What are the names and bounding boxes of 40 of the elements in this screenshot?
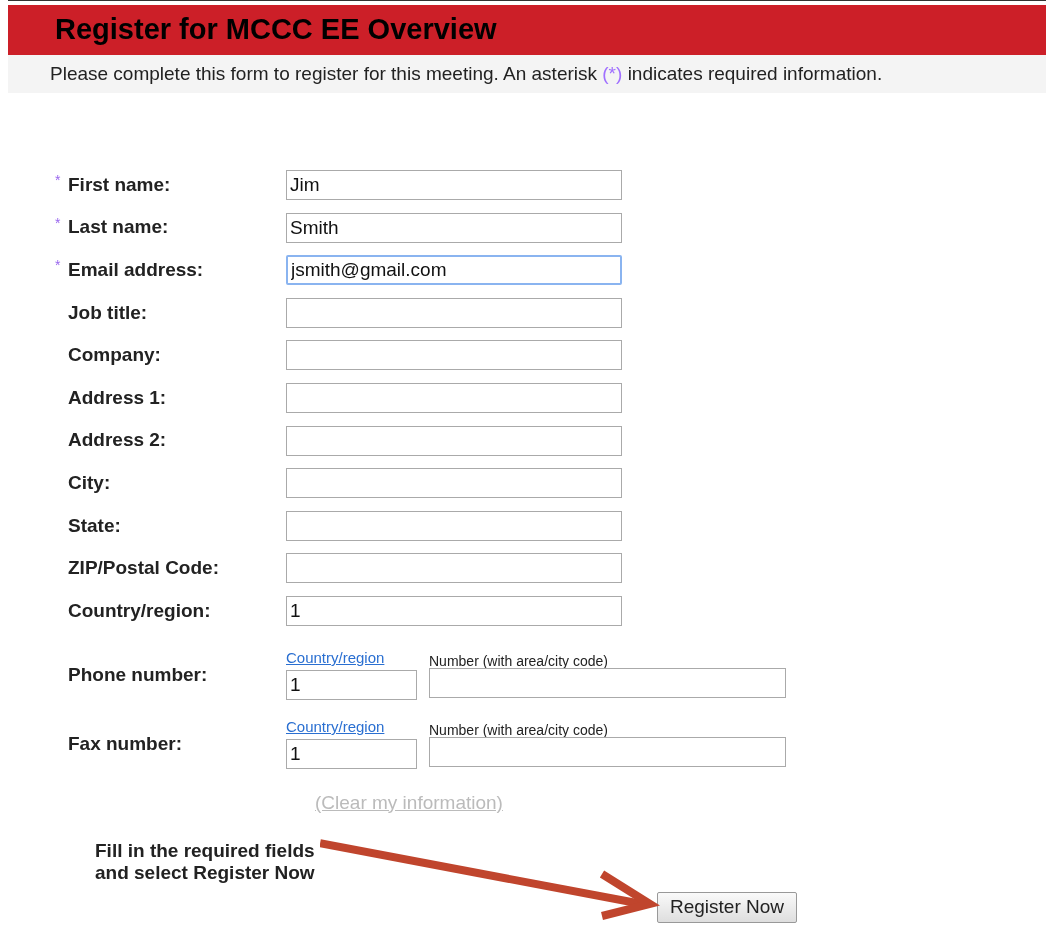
country-region-link[interactable]: Country/region xyxy=(286,718,385,736)
field-label: State: xyxy=(68,513,121,538)
input-field[interactable]: 1 xyxy=(286,670,417,701)
input-field[interactable] xyxy=(286,510,622,541)
field-label: Fax number: xyxy=(68,731,183,756)
register-now-button[interactable]: Register Now xyxy=(657,892,797,923)
field-caption: Number (with area/city code) xyxy=(429,652,608,669)
instruction-text: Fill in the required fields and select Register Now xyxy=(95,840,315,885)
input-field[interactable]: 1 xyxy=(286,595,622,626)
required-mark: * xyxy=(55,256,62,276)
input-field[interactable]: Smith xyxy=(286,212,622,243)
field-label: Email address: xyxy=(68,257,204,282)
required-mark: * xyxy=(55,213,62,233)
input-field[interactable] xyxy=(286,425,622,456)
input-field[interactable] xyxy=(429,667,786,698)
input-field[interactable] xyxy=(429,736,786,767)
field-label: ZIP/Postal Code: xyxy=(68,556,219,581)
country-region-link[interactable]: Country/region xyxy=(286,649,385,667)
arrow-icon xyxy=(320,840,660,920)
page-title: Register for MCCC EE Overview xyxy=(55,12,497,48)
input-field[interactable] xyxy=(286,553,622,584)
input-field[interactable] xyxy=(286,382,622,413)
field-label: Company: xyxy=(68,343,161,368)
input-field[interactable]: Jim xyxy=(286,170,622,200)
field-caption: Number (with area/city code) xyxy=(429,721,608,738)
input-field[interactable] xyxy=(286,297,622,328)
field-label: Country/region: xyxy=(68,598,211,623)
field-label: Phone number: xyxy=(68,662,208,687)
input-field[interactable]: 1 xyxy=(286,739,417,770)
input-field[interactable] xyxy=(286,340,622,371)
field-label: Address 2: xyxy=(68,428,167,453)
required-mark: * xyxy=(55,171,62,190)
intro-text: Please complete this form to register for this meeting. An asterisk (*) indicates required information. xyxy=(50,61,883,86)
field-label: Last name: xyxy=(68,215,169,240)
input-field[interactable] xyxy=(286,468,622,499)
field-label: City: xyxy=(68,470,111,495)
field-label: First name: xyxy=(68,172,171,197)
input-field[interactable]: jsmith@gmail.com xyxy=(286,255,622,286)
field-label: Address 1: xyxy=(68,385,167,410)
field-label: Job title: xyxy=(68,300,148,325)
